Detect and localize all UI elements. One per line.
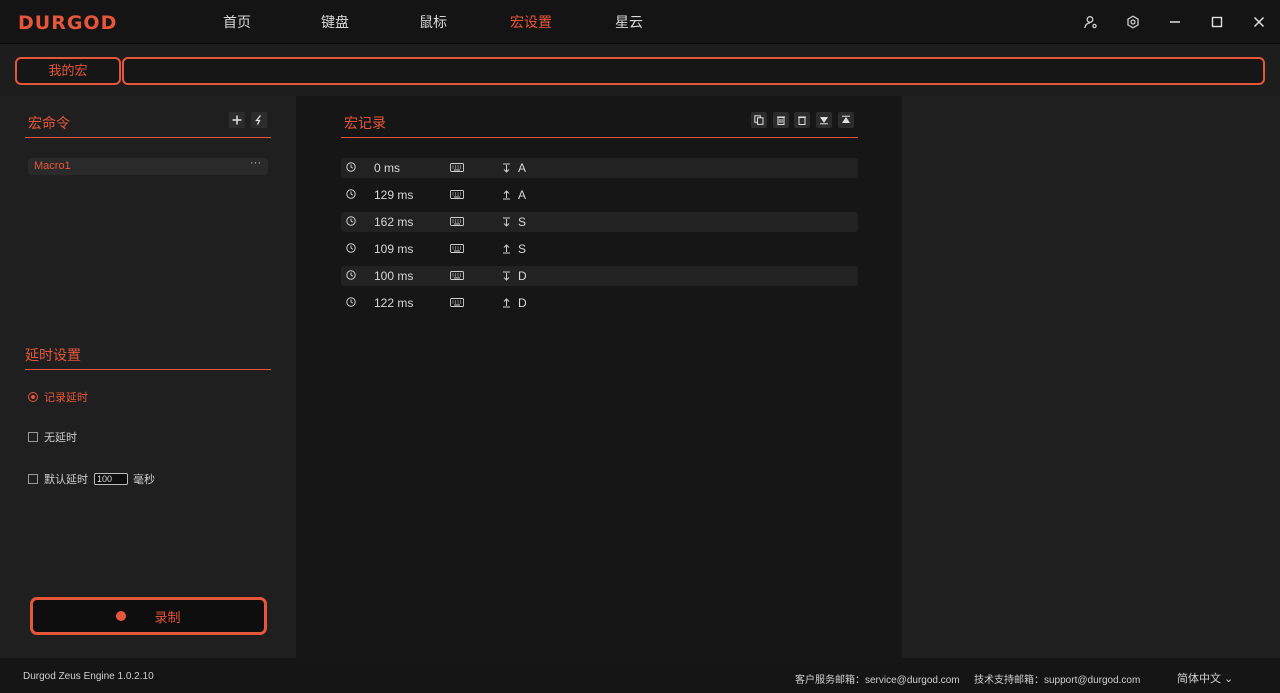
record-button-label: 录制: [154, 609, 181, 625]
move-up-icon[interactable]: [838, 112, 854, 128]
delay-value: 0 ms: [374, 161, 401, 175]
table-row[interactable]: 100 ms D: [341, 266, 858, 286]
version-label: Durgod Zeus Engine 1.0.2.10: [23, 671, 154, 682]
delete-all-icon[interactable]: [794, 112, 810, 128]
support-email-label: 技术支持邮箱：: [974, 675, 1044, 686]
key-name: S: [518, 215, 527, 229]
key-name: A: [518, 188, 527, 202]
key-name: A: [518, 161, 527, 175]
language-selector[interactable]: 简体中文 ⌄: [1177, 670, 1233, 686]
main-nav: 首页 键盘 鼠标 宏设置 星云: [188, 0, 678, 44]
table-row[interactable]: 122 ms D: [341, 293, 858, 313]
tab-macro-name-field[interactable]: [122, 57, 1265, 85]
minimize-icon[interactable]: [1154, 0, 1196, 44]
record-delay-label: 记录延时: [44, 392, 88, 404]
record-dot-icon: [116, 611, 127, 621]
no-delay-option[interactable]: 无延时: [28, 429, 77, 445]
macro-record-panel: 宏记录 0 ms A 129 ms A 162 ms S 109 ms S 100 ms D 122…: [296, 96, 902, 658]
maximize-icon[interactable]: [1196, 0, 1238, 44]
delay-value: 162 ms: [374, 215, 414, 229]
close-icon[interactable]: [1238, 0, 1280, 44]
window-controls: [1070, 0, 1280, 44]
nav-home[interactable]: 首页: [188, 0, 286, 44]
service-email[interactable]: service@durgod.com: [865, 675, 960, 686]
status-bar: Durgod Zeus Engine 1.0.2.10 客户服务邮箱：servi…: [0, 658, 1280, 693]
no-delay-checkbox[interactable]: [28, 432, 38, 442]
delay-value: 100 ms: [374, 269, 414, 283]
macro-commands-title: 宏命令: [28, 115, 70, 131]
left-panel: 宏命令 Macro1 ··· 延时设置 记录延时 无延时 默认延时 毫秒 录制: [0, 96, 296, 658]
key-name: D: [518, 269, 527, 283]
default-delay-label: 默认延时: [44, 474, 88, 486]
table-row[interactable]: 109 ms S: [341, 239, 858, 259]
macro-list-item[interactable]: Macro1 ···: [28, 157, 268, 175]
user-icon[interactable]: [1070, 0, 1112, 44]
import-macro-icon[interactable]: [251, 112, 267, 128]
macro-tab-bar: 我的宏: [0, 44, 1280, 96]
service-email-label: 客户服务邮箱：: [795, 675, 865, 686]
tab-my-macro[interactable]: 我的宏: [15, 57, 121, 85]
macro-item-menu-icon[interactable]: ···: [250, 157, 261, 169]
macro-commands-divider: [25, 137, 271, 138]
nav-macro-settings[interactable]: 宏设置: [482, 0, 580, 44]
record-button[interactable]: 录制: [30, 597, 267, 635]
default-delay-checkbox[interactable]: [28, 474, 38, 484]
record-delay-radio[interactable]: [28, 392, 38, 402]
macro-record-divider: [341, 137, 858, 138]
macro-item-name: Macro1: [34, 160, 71, 172]
table-row[interactable]: 129 ms A: [341, 185, 858, 205]
delay-value: 129 ms: [374, 188, 414, 202]
macro-record-title: 宏记录: [344, 115, 386, 131]
no-delay-label: 无延时: [44, 432, 77, 444]
right-panel: [902, 96, 1280, 658]
delay-settings-divider: [25, 369, 271, 370]
move-down-icon[interactable]: [816, 112, 832, 128]
key-name: S: [518, 242, 527, 256]
delete-icon[interactable]: [773, 112, 789, 128]
support-email[interactable]: support@durgod.com: [1044, 675, 1140, 686]
nav-mouse[interactable]: 鼠标: [384, 0, 482, 44]
key-name: D: [518, 296, 527, 310]
delay-settings-title: 延时设置: [25, 347, 81, 363]
add-macro-button[interactable]: [229, 112, 245, 128]
table-row[interactable]: 0 ms A: [341, 158, 858, 178]
nav-keyboard[interactable]: 键盘: [286, 0, 384, 44]
delay-value: 122 ms: [374, 296, 414, 310]
default-delay-input[interactable]: [94, 473, 128, 485]
table-row[interactable]: 162 ms S: [341, 212, 858, 232]
delay-unit-label: 毫秒: [133, 474, 155, 486]
gear-icon[interactable]: [1112, 0, 1154, 44]
title-bar: DURGOD 首页 键盘 鼠标 宏设置 星云: [0, 0, 1280, 44]
delay-value: 109 ms: [374, 242, 414, 256]
service-contact: 客户服务邮箱：service@durgod.com: [795, 671, 960, 686]
nav-nebula[interactable]: 星云: [580, 0, 678, 44]
durgod-logo: DURGOD: [18, 12, 118, 34]
record-delay-option[interactable]: 记录延时: [28, 389, 88, 405]
support-contact: 技术支持邮箱：support@durgod.com: [974, 671, 1140, 686]
copy-icon[interactable]: [751, 112, 767, 128]
default-delay-option[interactable]: 默认延时 毫秒: [28, 471, 155, 487]
